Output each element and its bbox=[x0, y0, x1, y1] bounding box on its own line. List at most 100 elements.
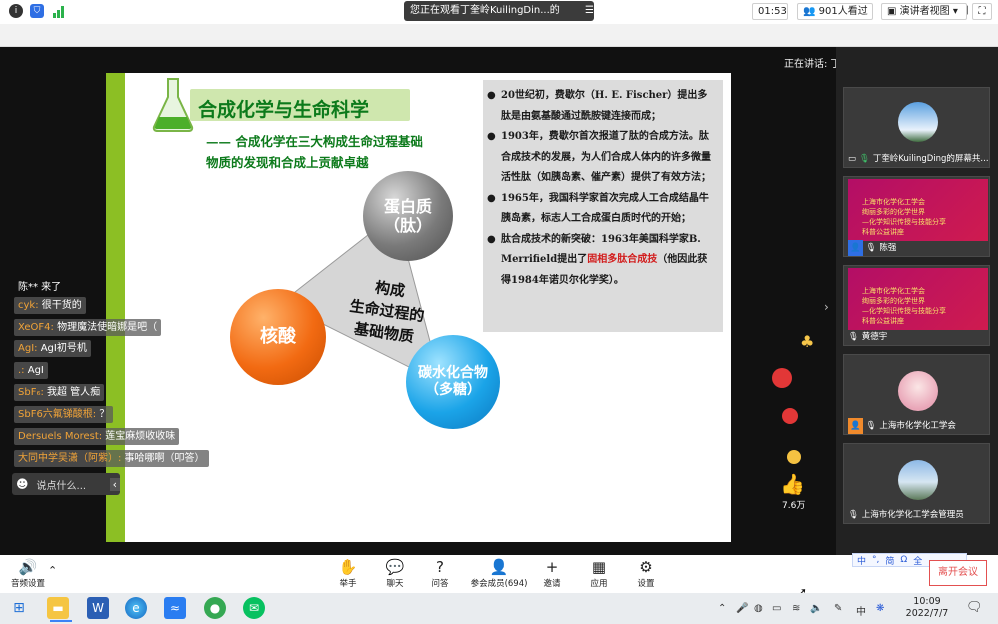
chat-message: Dersuels Morest: 莲宝麻烦收收味 bbox=[14, 428, 180, 445]
chat-text: 我超 管人痴 bbox=[43, 387, 101, 398]
info-icon[interactable]: i bbox=[9, 4, 23, 18]
ppt-header: 上海市化学化工学会 bbox=[862, 287, 925, 295]
bullet-dot-icon: ● bbox=[487, 131, 496, 142]
ime-key[interactable]: Ω bbox=[900, 555, 907, 565]
wifi-icon[interactable]: ≋ bbox=[792, 603, 800, 614]
clap-reaction-icon bbox=[787, 450, 801, 464]
apps-button[interactable]: ▦ 应用 bbox=[577, 557, 621, 589]
leave-meeting-button[interactable]: 离开会议 bbox=[929, 560, 987, 586]
ppt-header: 上海市化学化工学会 bbox=[862, 198, 925, 206]
chat-text: ？ bbox=[96, 409, 110, 420]
chat-icon: 💬 bbox=[385, 558, 405, 576]
chat-input-bar[interactable]: ☻ 说点什么... ‹ bbox=[12, 473, 120, 495]
protein-sub-label: （肽） bbox=[383, 216, 432, 235]
avatar bbox=[898, 102, 938, 142]
mic-icon: 🎙 bbox=[859, 154, 870, 164]
mic-tray-icon[interactable]: 🎤 bbox=[736, 603, 748, 614]
apps-icon: ▦ bbox=[591, 558, 607, 576]
emoji-icon[interactable]: ☻ bbox=[16, 477, 29, 491]
chat-sender: SbF₆: bbox=[18, 387, 44, 398]
bullet-text: 1903年，费歇尔首次报道了肽的合成方法。肽合成技术的发展，为人们合成人体内的许… bbox=[501, 127, 715, 189]
word-icon[interactable]: W bbox=[87, 597, 109, 619]
settings-icon: ⚙ bbox=[639, 558, 653, 576]
chat-message: .: AgI bbox=[14, 362, 48, 379]
raise-hand-button[interactable]: ✋ 举手 bbox=[326, 557, 370, 589]
ime-key[interactable]: 简 bbox=[885, 554, 894, 567]
settings-button[interactable]: ⚙ 设置 bbox=[624, 557, 668, 589]
qa-button[interactable]: ? 问答 bbox=[418, 557, 462, 589]
tray-app-icon[interactable]: ◍ bbox=[754, 603, 763, 614]
active-app-indicator bbox=[50, 620, 72, 622]
chat-collapse-button[interactable]: ‹ bbox=[109, 477, 120, 491]
participants-icon: 👤 bbox=[489, 558, 509, 576]
chat-text: 很干货的 bbox=[38, 300, 82, 311]
signal-icon[interactable] bbox=[52, 4, 66, 18]
carbohydrate-label: 碳水化合物 bbox=[418, 365, 488, 382]
input-language[interactable]: 中 bbox=[856, 603, 866, 618]
nucleic-acid-label: 核酸 bbox=[260, 326, 296, 348]
chat-message: 大同中学吴潇（阿紫）: 事哈哪啊（叩答） bbox=[14, 450, 209, 467]
chat-button[interactable]: 💬 聊天 bbox=[373, 557, 417, 589]
participant-name: 上海市化学化工学会管理员 bbox=[861, 510, 964, 520]
shared-ppt-thumbnail: 上海市化学化工学会 绚丽多彩的化学世界 —化学知识传授与技能分享 科普公益讲座 bbox=[848, 268, 988, 330]
taskbar-clock[interactable]: 10:09 2022/7/7 bbox=[904, 596, 950, 620]
raise-hand-icon: ✋ bbox=[338, 558, 358, 576]
tencent-meeting-icon[interactable]: ≈ bbox=[164, 597, 186, 619]
pen-icon[interactable]: ✎ bbox=[834, 603, 842, 614]
sharing-text: 您正在观看丁奎岭KuilingDin...的屏幕 bbox=[410, 5, 560, 36]
volume-icon[interactable]: 🔈 bbox=[810, 603, 822, 614]
fullscreen-button[interactable]: ⛶ bbox=[972, 3, 992, 20]
ime-key[interactable]: 中 bbox=[857, 554, 866, 567]
qa-icon: ? bbox=[436, 558, 444, 576]
audio-settings-button[interactable]: 🔊 音频设置 bbox=[6, 557, 50, 589]
participant-name: 丁奎岭KuilingDing的屏幕共... bbox=[872, 154, 989, 164]
panel-expand-icon[interactable]: › bbox=[824, 300, 829, 314]
view-mode-dropdown[interactable]: ▣ 演讲者视图 ▾ bbox=[881, 3, 967, 20]
participants-button[interactable]: 👤 参会成员(694) bbox=[468, 557, 530, 589]
screen-share-icon: ▭ bbox=[848, 154, 857, 164]
chat-message: AgI: AgI初号机 bbox=[14, 340, 91, 357]
chat-message: XeOF4: 物理魔法使暗娜是吧（ bbox=[14, 319, 162, 336]
windows-start-icon[interactable]: ⊞ bbox=[8, 597, 30, 619]
ppt-subtitle: 科普公益讲座 bbox=[862, 228, 904, 236]
ppt-subtitle: 科普公益讲座 bbox=[862, 317, 904, 325]
browser-icon[interactable]: ● bbox=[204, 597, 226, 619]
participant-tile[interactable]: 👤 🎙 上海市化学化工学会 bbox=[843, 354, 990, 435]
chevron-up-icon[interactable]: ⌃ bbox=[48, 564, 57, 577]
participant-tile[interactable]: ▭ 🎙 丁奎岭KuilingDing的屏幕共... bbox=[843, 87, 990, 168]
like-button[interactable]: 👍 bbox=[780, 472, 805, 496]
menu-icon[interactable]: ☰ bbox=[585, 1, 594, 21]
viewers-count[interactable]: 👥 901人看过 bbox=[797, 3, 873, 20]
slide-bullet: ● 1903年，费歇尔首次报道了肽的合成方法。肽合成技术的发展，为人们合成人体内的… bbox=[487, 127, 715, 189]
notification-icon[interactable]: 🗨 bbox=[966, 600, 983, 615]
audio-settings-label: 音频设置 bbox=[10, 579, 45, 589]
control-label: 问答 bbox=[431, 579, 449, 589]
ppt-subtitle: —化学知识传授与技能分享 bbox=[862, 218, 946, 226]
carbohydrate-sub-label: （多糖） bbox=[425, 382, 481, 398]
ime-key[interactable]: 全 bbox=[913, 554, 922, 567]
chat-input[interactable]: 说点什么... bbox=[37, 477, 87, 492]
participant-tile[interactable]: 🎙 上海市化学化工学会管理员 bbox=[843, 443, 990, 524]
battery-icon[interactable]: ▭ bbox=[772, 603, 781, 614]
edge-icon[interactable]: e bbox=[125, 597, 147, 619]
slide-accent-stripe bbox=[106, 73, 125, 542]
file-explorer-icon[interactable]: ▬ bbox=[47, 597, 69, 619]
participant-tile[interactable]: 上海市化学化工学会 绚丽多彩的化学世界 —化学知识传授与技能分享 科普公益讲座 🎙 黄德… bbox=[843, 265, 990, 346]
shield-icon[interactable]: ⛉ bbox=[30, 4, 44, 18]
invite-button[interactable]: + 邀请 bbox=[530, 557, 574, 589]
tray-expand-icon[interactable]: ⌃ bbox=[718, 603, 726, 614]
participant-name: 上海市化学化工学会 bbox=[879, 421, 956, 431]
windows-taskbar bbox=[0, 593, 998, 624]
bullet-text: 1965年，我国科学家首次完成人工合成结晶牛胰岛素，标志人工合成蛋白质时代的开始… bbox=[501, 189, 715, 230]
chat-message: cyk: 很干货的 bbox=[14, 297, 86, 314]
ime-icon[interactable]: ❋ bbox=[876, 603, 884, 614]
bullet-text: 肽合成技术的新突破：1963年美国科学家B. Merrifield提出了固相多肽… bbox=[501, 230, 715, 292]
ime-key[interactable]: °, bbox=[872, 555, 879, 565]
slide-bullet: ● 肽合成技术的新突破：1963年美国科学家B. Merrifield提出了固相多… bbox=[487, 230, 715, 292]
invite-icon: + bbox=[545, 558, 559, 576]
protein-ball: 蛋白质 （肽） bbox=[363, 171, 453, 261]
wechat-icon[interactable]: ✉ bbox=[243, 597, 265, 619]
participant-name: 陈强 bbox=[879, 243, 897, 253]
participant-label: 🎙 黄德宇 bbox=[844, 329, 891, 345]
participant-tile[interactable]: 上海市化学化工学会 绚丽多彩的化学世界 —化学知识传授与技能分享 科普公益讲座 👤 🎙 陈… bbox=[843, 176, 990, 257]
